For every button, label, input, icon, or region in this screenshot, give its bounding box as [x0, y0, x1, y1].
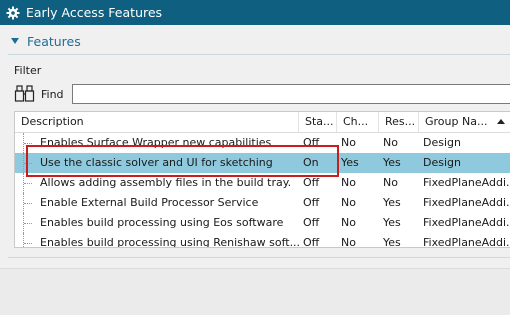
table-row[interactable]: Enables Surface Wrapper new capabilities…: [15, 133, 510, 153]
row-state: Off: [303, 176, 320, 189]
row-description: Enables Surface Wrapper new capabilities: [40, 136, 272, 149]
column-header-description[interactable]: Description: [15, 112, 299, 132]
row-description: Use the classic solver and UI for sketch…: [40, 156, 273, 169]
row-group: Design: [423, 156, 461, 169]
row-ch: Yes: [341, 156, 359, 169]
table-header: Description Sta... Ch... Res... Group Na…: [15, 112, 510, 133]
tree-connector: [23, 233, 25, 247]
table-row[interactable]: Allows adding assembly files in the buil…: [15, 173, 510, 193]
row-state: Off: [303, 136, 320, 149]
table-row[interactable]: Enables build processing using Renishaw …: [15, 233, 510, 248]
sort-ascending-icon: [497, 119, 505, 124]
section-title: Features: [27, 33, 81, 49]
row-group: FixedPlaneAddi...: [423, 196, 510, 209]
column-header-group-label: Group Na...: [425, 115, 488, 128]
column-header-state[interactable]: Sta...: [299, 112, 337, 132]
row-res: Yes: [383, 156, 401, 169]
row-state: Off: [303, 196, 320, 209]
row-description: Enables build processing using Eos softw…: [40, 216, 284, 229]
section-divider: [8, 54, 510, 55]
title-bar: Early Access Features: [0, 0, 510, 25]
footer-divider: [8, 257, 510, 258]
footer-panel: [0, 268, 510, 315]
row-description: Enables build processing using Renishaw …: [40, 236, 299, 248]
row-res: No: [383, 136, 398, 149]
binoculars-icon: [14, 84, 36, 104]
row-ch: No: [341, 236, 356, 248]
row-group: FixedPlaneAddi...: [423, 176, 510, 189]
row-state: On: [303, 156, 319, 169]
row-group: FixedPlaneAddi...: [423, 216, 510, 229]
chevron-down-icon[interactable]: [11, 38, 19, 44]
row-group: FixedPlaneAddi...: [423, 236, 510, 248]
features-table: Description Sta... Ch... Res... Group Na…: [14, 111, 510, 248]
table-row-selected[interactable]: Use the classic solver and UI for sketch…: [15, 153, 510, 173]
table-row[interactable]: Enable External Build Processor Service …: [15, 193, 510, 213]
column-header-ch[interactable]: Ch...: [337, 112, 379, 132]
row-description: Enable External Build Processor Service: [40, 196, 259, 209]
row-res: No: [383, 176, 398, 189]
row-group: Design: [423, 136, 461, 149]
row-state: Off: [303, 216, 320, 229]
features-section-header[interactable]: Features: [0, 30, 510, 52]
gear-icon: [2, 0, 24, 25]
row-ch: No: [341, 196, 356, 209]
column-header-res[interactable]: Res...: [379, 112, 419, 132]
column-header-group-name[interactable]: Group Na...: [419, 112, 510, 132]
window-title: Early Access Features: [26, 5, 163, 20]
row-res: Yes: [383, 236, 401, 248]
row-res: Yes: [383, 196, 401, 209]
filter-label: Filter: [14, 64, 42, 77]
row-ch: No: [341, 216, 356, 229]
row-ch: No: [341, 136, 356, 149]
table-row[interactable]: Enables build processing using Eos softw…: [15, 213, 510, 233]
row-description: Allows adding assembly files in the buil…: [40, 176, 292, 189]
find-label: Find: [41, 88, 64, 101]
row-state: Off: [303, 236, 320, 248]
row-res: Yes: [383, 216, 401, 229]
row-ch: No: [341, 176, 356, 189]
find-input[interactable]: [72, 84, 510, 104]
